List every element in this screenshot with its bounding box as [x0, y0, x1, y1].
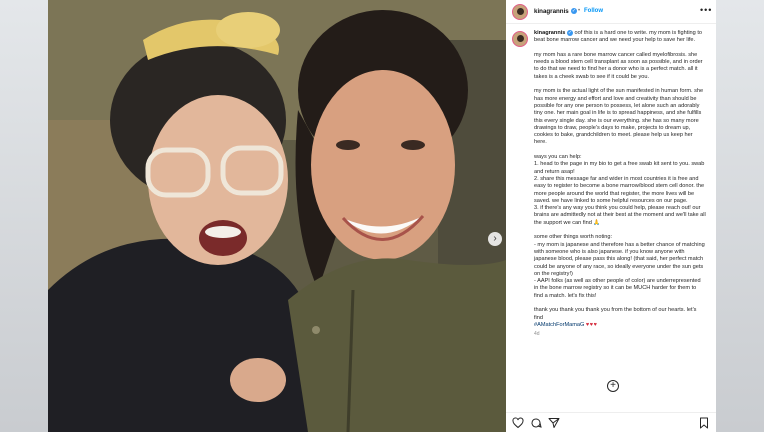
share-icon[interactable] [548, 417, 560, 429]
heart-emoji: ♥♥♥ [585, 321, 598, 328]
verified-badge-icon: ✓ [571, 8, 577, 14]
save-icon[interactable] [698, 417, 710, 429]
photo-illustration [48, 0, 506, 432]
post-photo[interactable]: › [48, 0, 506, 432]
post-time: 4d [534, 331, 540, 338]
caption-paragraph: ways you can help: 1. head to the page i… [534, 154, 706, 226]
post-detail-panel: kinagrannis ✓ • Follow ••• kinagrannis ✓… [506, 0, 716, 432]
caption-area: kinagrannis ✓ oof this is a hard one to … [506, 26, 716, 396]
caption-avatar[interactable] [512, 31, 528, 47]
more-options-icon[interactable]: ••• [700, 5, 712, 15]
author-username[interactable]: kinagrannis [534, 8, 569, 15]
carousel-next-icon[interactable]: › [488, 232, 502, 246]
comment-icon[interactable] [530, 417, 542, 429]
caption-username[interactable]: kinagrannis [534, 30, 565, 36]
add-comment-icon[interactable]: + [607, 380, 619, 392]
background-right [716, 0, 764, 432]
caption-paragraph: my mom is the actual light of the sun ma… [534, 88, 704, 146]
caption-paragraph: my mom has a rare bone marrow cancer cal… [534, 51, 703, 80]
action-bar [506, 412, 716, 432]
caption-paragraph: thank you thank you thank you from the b… [534, 307, 697, 321]
follow-button[interactable]: Follow [584, 8, 603, 14]
separator-dot: • [578, 8, 581, 14]
heart-icon[interactable] [512, 417, 524, 429]
avatar[interactable] [512, 4, 528, 20]
background-left [0, 0, 48, 432]
comment-preview-faint [512, 404, 692, 410]
verified-badge-icon: ✓ [566, 30, 573, 36]
hashtag-link[interactable]: #AMatchForMamaG [534, 322, 584, 328]
caption-paragraph: some other things worth noting: - my mom… [534, 234, 705, 299]
post-header: kinagrannis ✓ • Follow ••• [506, 0, 716, 24]
post-caption: kinagrannis ✓ oof this is a hard one to … [534, 30, 706, 346]
